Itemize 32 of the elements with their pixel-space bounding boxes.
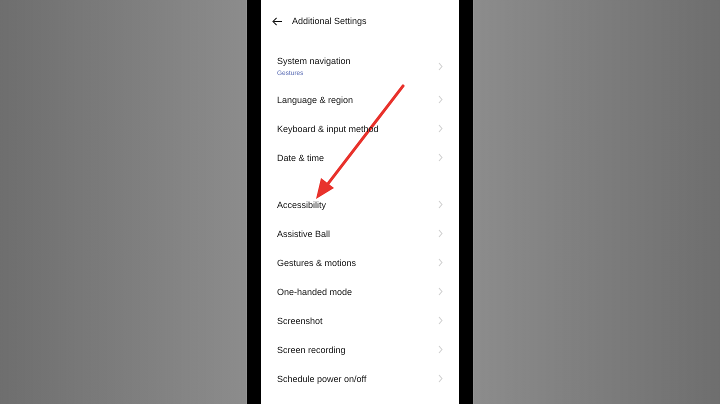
item-label: Accessibility: [277, 200, 326, 210]
item-label: Language & region: [277, 94, 354, 104]
chevron-right-icon: [438, 229, 443, 238]
chevron-right-icon: [438, 345, 443, 354]
settings-item[interactable]: Gestures & motions: [277, 248, 459, 277]
settings-item[interactable]: Accessibility: [277, 190, 459, 219]
item-label: Schedule power on/off: [277, 374, 366, 384]
item-label: System navigation: [277, 56, 351, 66]
chevron-right-icon: [438, 62, 443, 71]
settings-item[interactable]: Language & region: [277, 85, 459, 114]
settings-item[interactable]: Schedule power on/off: [277, 364, 459, 393]
chevron-right-icon: [438, 95, 443, 104]
chevron-right-icon: [438, 124, 443, 133]
item-label: Date & time: [277, 152, 324, 162]
item-label: Assistive Ball: [277, 228, 330, 238]
chevron-right-icon: [438, 258, 443, 267]
settings-item[interactable]: Date & time: [277, 143, 459, 172]
settings-item[interactable]: Screen recording: [277, 335, 459, 364]
settings-item[interactable]: One-handed mode: [277, 277, 459, 306]
item-label: Gestures & motions: [277, 258, 356, 268]
chevron-right-icon: [438, 287, 443, 296]
item-label: One-handed mode: [277, 286, 352, 296]
item-label: Screen recording: [277, 344, 346, 354]
screen-title: Additional Settings: [292, 16, 367, 26]
back-arrow-icon[interactable]: [272, 16, 283, 26]
chevron-right-icon: [438, 200, 443, 209]
chevron-right-icon: [438, 374, 443, 383]
chevron-right-icon: [438, 153, 443, 162]
item-label: Screenshot: [277, 316, 323, 326]
settings-item[interactable]: Screenshot: [277, 306, 459, 335]
chevron-right-icon: [438, 316, 443, 325]
settings-item[interactable]: Assistive Ball: [277, 219, 459, 248]
